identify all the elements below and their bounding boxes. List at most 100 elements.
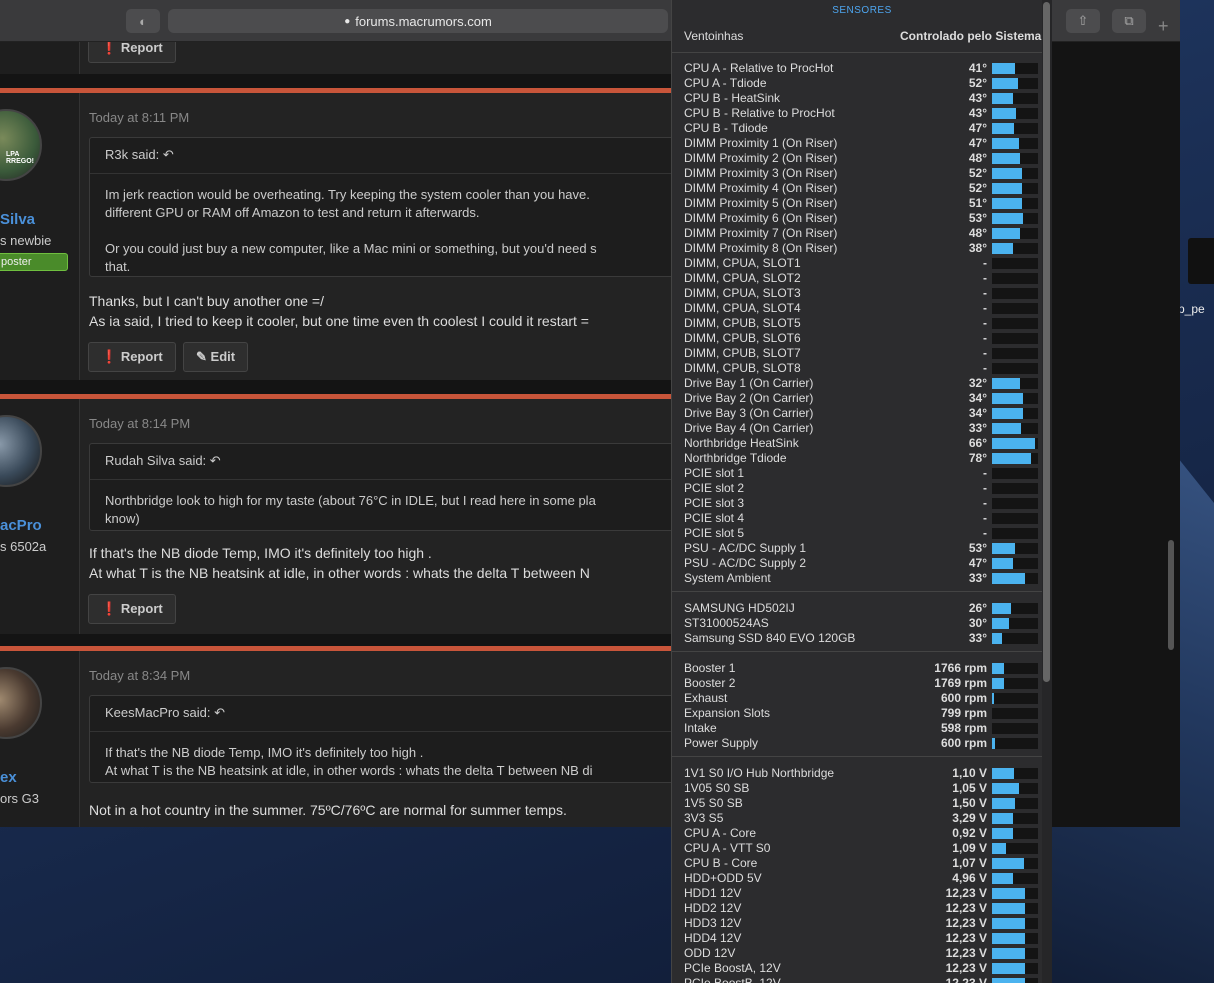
quote-block: KeesMacPro said: ↶ If that's the NB diod… xyxy=(89,695,709,783)
sensor-row: Northbridge HeatSink 66° xyxy=(684,436,1043,451)
level-fill xyxy=(992,633,1003,644)
sensor-row: PCIE slot 5 - xyxy=(684,526,1043,541)
level-fill xyxy=(992,243,1013,254)
level-bar xyxy=(992,858,1038,869)
level-fill xyxy=(992,903,1026,914)
edit-button[interactable]: ✎ Edit xyxy=(183,342,249,372)
quote-block: Rudah Silva said: ↶ Northbridge look to … xyxy=(89,443,709,531)
fan-control-mode[interactable]: Controlado pelo Sistema xyxy=(900,29,1041,43)
level-bar xyxy=(992,468,1038,479)
level-fill xyxy=(992,828,1013,839)
username[interactable]: acPro xyxy=(0,517,42,534)
level-fill xyxy=(992,843,1006,854)
address-bar[interactable]: ● forums.macrumors.com xyxy=(168,9,668,33)
avatar[interactable]: LPA RREGO! xyxy=(0,109,42,181)
sensor-value: - xyxy=(983,511,987,525)
quote-header[interactable]: R3k said: ↶ xyxy=(90,138,708,174)
avatar[interactable] xyxy=(0,415,42,487)
sensor-row: Booster 1 1766 rpm xyxy=(684,661,1043,676)
level-bar xyxy=(992,333,1038,344)
sensor-name: Intake xyxy=(684,721,717,735)
sensor-name: 3V3 S5 xyxy=(684,811,724,825)
sensor-name: DIMM, CPUB, SLOT6 xyxy=(684,331,801,345)
level-bar xyxy=(992,303,1038,314)
sensor-name: Exhaust xyxy=(684,691,728,705)
sensor-value: 48° xyxy=(968,226,987,240)
sensor-row: DIMM, CPUB, SLOT7 - xyxy=(684,346,1043,361)
tabs-overview-icon[interactable]: ⧉ xyxy=(1112,9,1146,33)
sensor-name: System Ambient xyxy=(684,571,771,585)
sensor-name: 1V1 S0 I/O Hub Northbridge xyxy=(684,766,835,780)
sensor-name: DIMM Proximity 6 (On Riser) xyxy=(684,211,838,225)
sensor-name: ODD 12V xyxy=(684,946,736,960)
jump-to-quote-icon[interactable]: ↶ xyxy=(163,147,174,162)
sensor-name: Northbridge Tdiode xyxy=(684,451,787,465)
sensor-row: CPU B - Relative to ProcHot 43° xyxy=(684,106,1043,121)
sensor-value: 600 rpm xyxy=(940,691,987,705)
post-previous: ❗ Report xyxy=(0,42,700,74)
level-fill xyxy=(992,213,1024,224)
sensor-value: 52° xyxy=(968,181,987,195)
sensor-name: HDD3 12V xyxy=(684,916,742,930)
report-button[interactable]: ❗ Report xyxy=(88,594,176,624)
sensor-row: SAMSUNG HD502IJ 26° xyxy=(684,601,1043,616)
level-bar xyxy=(992,123,1038,134)
sensor-name: Drive Bay 2 (On Carrier) xyxy=(684,391,814,405)
sensor-value: 48° xyxy=(968,151,987,165)
post-time[interactable]: Today at 8:34 PM xyxy=(89,668,190,683)
sensor-row: DIMM Proximity 2 (On Riser) 48° xyxy=(684,151,1043,166)
level-bar xyxy=(992,888,1038,899)
level-bar xyxy=(992,168,1038,179)
post-body: Not in a hot country in the summer. 75ºC… xyxy=(89,802,567,818)
username[interactable]: Silva xyxy=(0,211,35,228)
sensor-row: HDD3 12V 12,23 V xyxy=(684,916,1043,931)
report-label: Report xyxy=(120,601,163,616)
sensor-value: 1,50 V xyxy=(952,796,987,810)
post-time[interactable]: Today at 8:14 PM xyxy=(89,416,190,431)
privacy-shield-icon[interactable]: ◐ xyxy=(126,9,160,33)
sensor-row: PSU - AC/DC Supply 1 53° xyxy=(684,541,1043,556)
sensor-name: DIMM, CPUA, SLOT1 xyxy=(684,256,801,270)
user-title: s newbie xyxy=(0,233,52,248)
sensor-value: 1,09 V xyxy=(952,841,987,855)
divider xyxy=(672,756,1043,757)
level-bar xyxy=(992,978,1038,983)
report-button[interactable]: ❗ Report xyxy=(88,42,176,63)
browser-scrollbar[interactable] xyxy=(1168,540,1174,650)
level-bar xyxy=(992,708,1038,719)
level-bar xyxy=(992,573,1038,584)
level-fill xyxy=(992,933,1026,944)
sensor-row: HDD1 12V 12,23 V xyxy=(684,886,1043,901)
level-fill xyxy=(992,963,1026,974)
sensor-row: DIMM Proximity 6 (On Riser) 53° xyxy=(684,211,1043,226)
jump-to-quote-icon[interactable]: ↶ xyxy=(214,705,225,720)
desktop-file-label[interactable]: p_pe xyxy=(1178,302,1205,316)
level-fill xyxy=(992,378,1020,389)
username[interactable]: ex xyxy=(0,769,17,786)
panel-scrollbar-thumb[interactable] xyxy=(1043,2,1050,682)
level-bar xyxy=(992,798,1038,809)
report-button[interactable]: ❗ Report xyxy=(88,342,176,372)
level-bar xyxy=(992,483,1038,494)
sensor-name: DIMM, CPUA, SLOT2 xyxy=(684,271,801,285)
avatar-text: LPA RREGO! xyxy=(6,151,34,165)
sensor-name: DIMM, CPUB, SLOT7 xyxy=(684,346,801,360)
desktop-file-icon[interactable] xyxy=(1188,238,1214,284)
jump-to-quote-icon[interactable]: ↶ xyxy=(210,453,221,468)
level-fill xyxy=(992,693,994,704)
sensor-name: Drive Bay 4 (On Carrier) xyxy=(684,421,814,435)
quote-header[interactable]: KeesMacPro said: ↶ xyxy=(90,696,708,732)
new-tab-icon[interactable]: + xyxy=(1158,16,1169,37)
share-icon[interactable]: ⇧ xyxy=(1066,9,1100,33)
sensor-name: DIMM, CPUB, SLOT5 xyxy=(684,316,801,330)
avatar[interactable] xyxy=(0,667,42,739)
level-fill xyxy=(992,858,1025,869)
user-pane: acPro s 6502a xyxy=(0,399,80,634)
panel-title: SENSORES xyxy=(832,5,892,16)
level-bar xyxy=(992,618,1038,629)
post-time[interactable]: Today at 8:11 PM xyxy=(89,110,189,125)
level-bar xyxy=(992,438,1038,449)
quote-header[interactable]: Rudah Silva said: ↶ xyxy=(90,444,708,480)
sensor-row: HDD2 12V 12,23 V xyxy=(684,901,1043,916)
level-bar xyxy=(992,543,1038,554)
